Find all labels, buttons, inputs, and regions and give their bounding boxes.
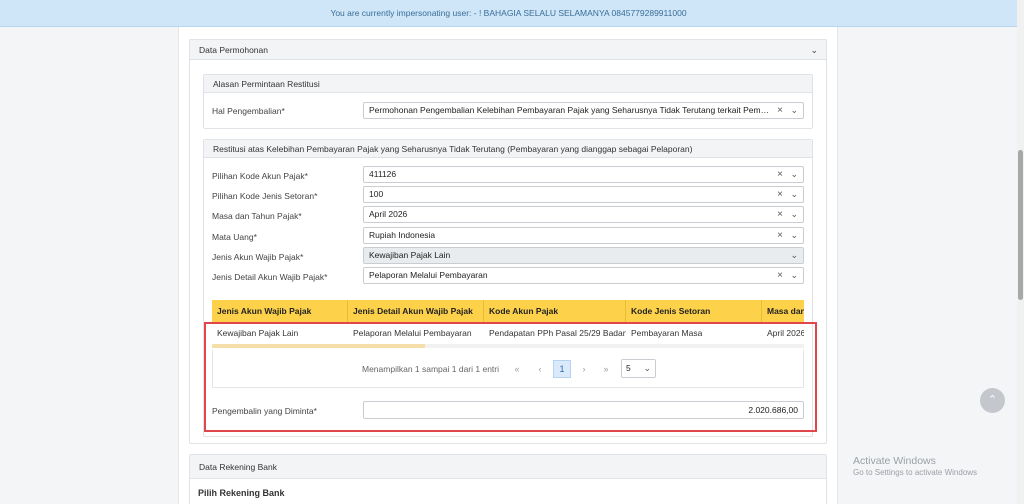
clear-icon[interactable]: ×: [777, 228, 783, 243]
clear-icon[interactable]: ×: [777, 187, 783, 202]
chevron-up-icon: ⌃: [987, 394, 998, 406]
column-header[interactable]: Masa dan: [762, 300, 804, 323]
column-header[interactable]: Jenis Detail Akun Wajib Pajak: [348, 300, 484, 323]
alasan-header: Alasan Permintaan Restitusi: [204, 75, 812, 93]
jenis-akun-wp-label: Jenis Akun Wajib Pajak*: [212, 252, 304, 262]
scroll-to-top-button[interactable]: ⌃: [980, 388, 1005, 413]
chevron-down-icon[interactable]: ⌄: [810, 40, 818, 60]
jenis-detail-akun-wp-label: Jenis Detail Akun Wajib Pajak*: [212, 272, 328, 282]
scrollbar-thumb[interactable]: [1018, 150, 1023, 300]
kode-jenis-setoran-select[interactable]: 100 × ⌄: [363, 186, 804, 203]
chevron-down-icon[interactable]: ⌄: [790, 228, 798, 243]
jenis-detail-akun-wp-value: Pelaporan Melalui Pembayaran: [369, 270, 488, 280]
kode-jenis-setoran-label: Pilihan Kode Jenis Setoran*: [212, 191, 318, 201]
impersonation-banner: You are currently impersonating user: - …: [0, 0, 1017, 27]
data-rekening-bank-title: Data Rekening Bank: [199, 462, 277, 472]
vertical-scrollbar[interactable]: [1017, 0, 1024, 504]
column-header[interactable]: Jenis Akun Wajib Pajak: [212, 300, 348, 323]
mata-uang-value: Rupiah Indonesia: [369, 230, 436, 240]
clear-icon[interactable]: ×: [777, 207, 783, 222]
data-permohonan-title: Data Permohonan: [199, 45, 268, 55]
data-permohonan-header[interactable]: Data Permohonan ⌄: [190, 40, 826, 60]
hal-pengembalian-label: Hal Pengembalian*: [212, 106, 285, 116]
restitusi-title: Restitusi atas Kelebihan Pembayaran Paja…: [213, 144, 693, 154]
chevron-down-icon[interactable]: ⌄: [790, 248, 798, 263]
mata-uang-select[interactable]: Rupiah Indonesia × ⌄: [363, 227, 804, 244]
mata-uang-label: Mata Uang*: [212, 232, 257, 242]
clear-icon[interactable]: ×: [777, 167, 783, 182]
kode-akun-pajak-label: Pilihan Kode Akun Pajak*: [212, 171, 308, 181]
pilih-rekening-bank-title: Pilih Rekening Bank: [198, 488, 285, 498]
masa-tahun-pajak-label: Masa dan Tahun Pajak*: [212, 211, 302, 221]
masa-tahun-pajak-value: April 2026: [369, 209, 408, 219]
highlight-box: [204, 322, 817, 432]
hal-pengembalian-value: Permohonan Pengembalian Kelebihan Pembay…: [369, 105, 773, 115]
windows-watermark-title: Activate Windows: [853, 455, 936, 467]
kode-jenis-setoran-value: 100: [369, 189, 384, 199]
kode-akun-pajak-value: 411126: [369, 169, 397, 179]
jenis-akun-wp-select[interactable]: Kewajiban Pajak Lain ⌄: [363, 247, 804, 264]
restitusi-header: Restitusi atas Kelebihan Pembayaran Paja…: [204, 140, 812, 158]
alasan-title: Alasan Permintaan Restitusi: [213, 79, 320, 89]
column-header[interactable]: Kode Jenis Setoran: [626, 300, 762, 323]
data-rekening-bank-header[interactable]: Data Rekening Bank: [190, 455, 826, 479]
jenis-detail-akun-wp-select[interactable]: Pelaporan Melalui Pembayaran × ⌄: [363, 267, 804, 284]
chevron-down-icon[interactable]: ⌄: [790, 268, 798, 283]
kode-akun-pajak-select[interactable]: 411126 × ⌄: [363, 166, 804, 183]
chevron-down-icon[interactable]: ⌄: [790, 103, 798, 118]
windows-watermark-subtitle: Go to Settings to activate Windows: [853, 468, 978, 477]
masa-tahun-pajak-select[interactable]: April 2026 × ⌄: [363, 206, 804, 223]
clear-icon[interactable]: ×: [777, 268, 783, 283]
jenis-akun-wp-value: Kewajiban Pajak Lain: [369, 250, 451, 260]
clear-icon[interactable]: ×: [777, 103, 783, 118]
chevron-down-icon[interactable]: ⌄: [790, 207, 798, 222]
hal-pengembalian-select[interactable]: Permohonan Pengembalian Kelebihan Pembay…: [363, 102, 804, 119]
table-header: Jenis Akun Wajib Pajak Jenis Detail Akun…: [212, 300, 804, 323]
chevron-down-icon[interactable]: ⌄: [790, 167, 798, 182]
column-header[interactable]: Kode Akun Pajak: [484, 300, 626, 323]
chevron-down-icon[interactable]: ⌄: [790, 187, 798, 202]
